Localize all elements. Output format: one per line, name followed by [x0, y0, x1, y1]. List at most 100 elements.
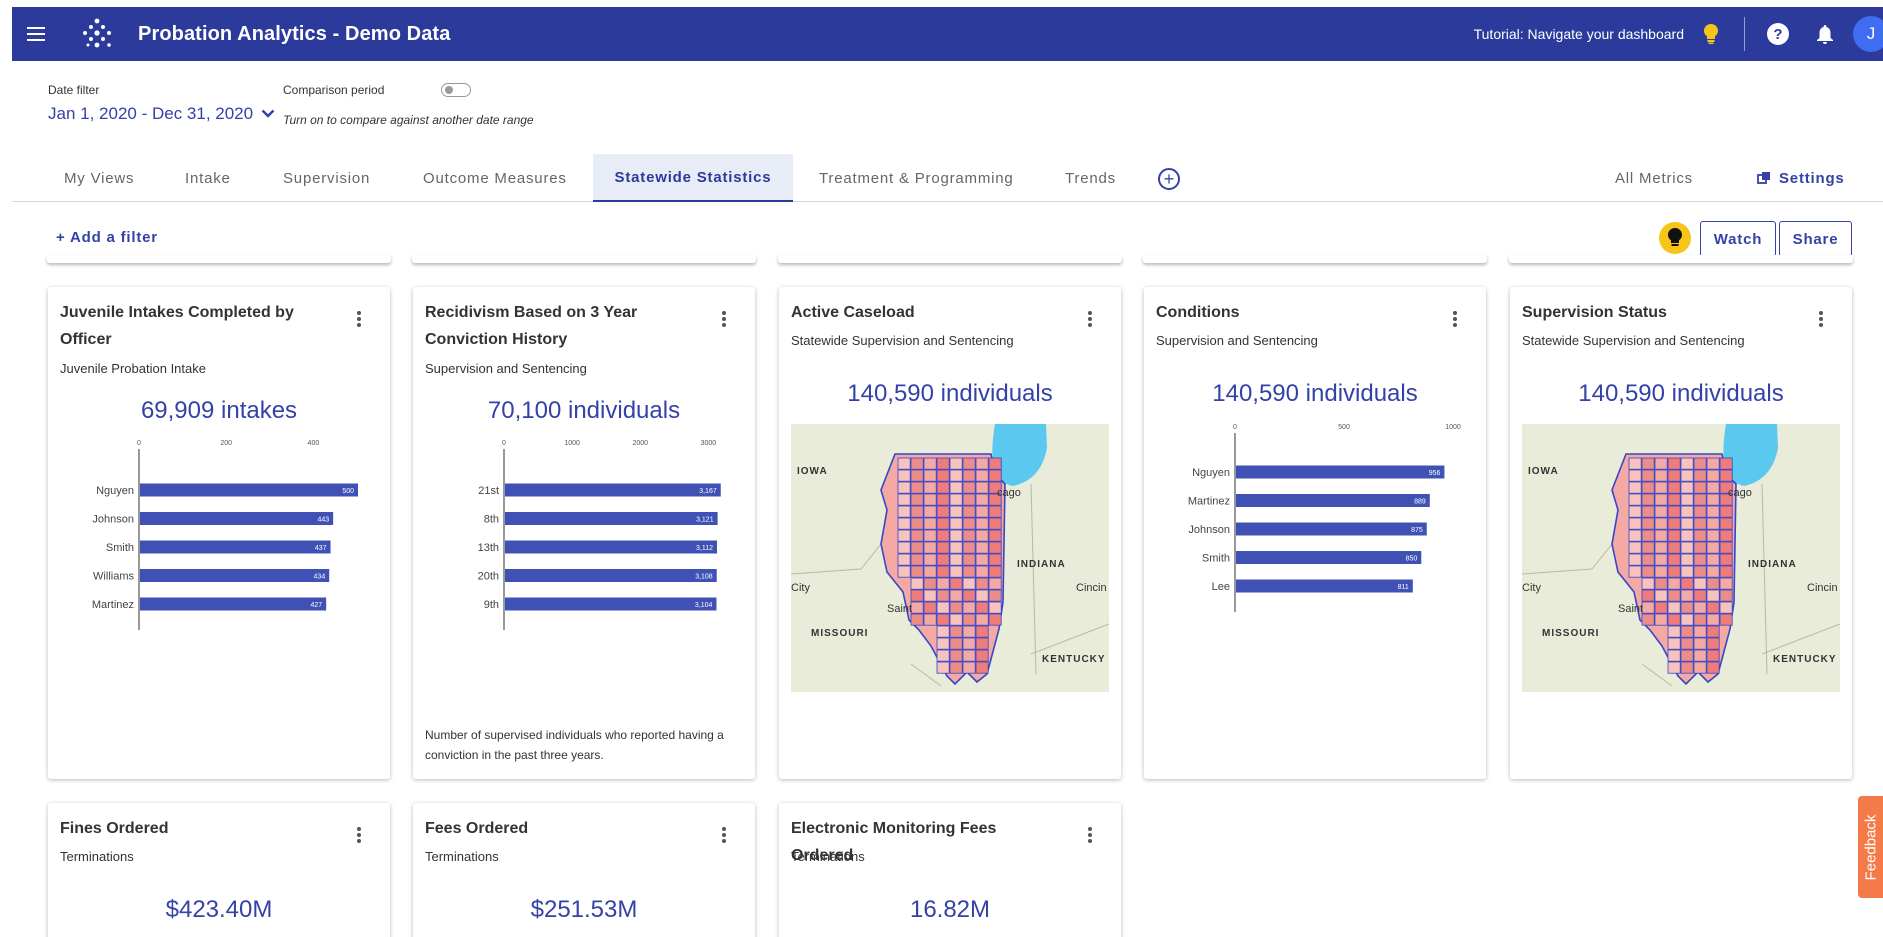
menu-icon[interactable] [16, 7, 56, 61]
county[interactable] [1654, 541, 1668, 554]
county[interactable] [936, 505, 950, 518]
county[interactable] [1706, 529, 1720, 542]
county[interactable] [962, 457, 976, 470]
county[interactable] [1693, 529, 1707, 542]
county[interactable] [949, 493, 963, 506]
county[interactable] [1719, 517, 1733, 530]
bar[interactable] [1236, 465, 1445, 479]
county[interactable] [988, 613, 1002, 626]
bar[interactable] [505, 483, 721, 497]
county[interactable] [949, 625, 963, 638]
county[interactable] [1654, 613, 1668, 626]
county[interactable] [936, 589, 950, 602]
tab-trends[interactable]: Trends [1065, 154, 1116, 202]
date-range-select[interactable]: Jan 1, 2020 - Dec 31, 2020 [48, 104, 275, 124]
county[interactable] [1667, 565, 1681, 578]
county[interactable] [1680, 637, 1694, 650]
county[interactable] [988, 517, 1002, 530]
lightbulb-icon[interactable] [1659, 222, 1691, 254]
tab-my-views[interactable]: My Views [24, 154, 162, 202]
county[interactable] [1667, 457, 1681, 470]
county[interactable] [975, 613, 989, 626]
county[interactable] [1680, 613, 1694, 626]
county[interactable] [1706, 649, 1720, 662]
lightbulb-icon[interactable] [1700, 22, 1722, 46]
county[interactable] [936, 625, 950, 638]
county[interactable] [923, 457, 937, 470]
county[interactable] [949, 589, 963, 602]
county[interactable] [910, 613, 924, 626]
county[interactable] [1667, 613, 1681, 626]
more-options-icon[interactable] [356, 311, 362, 327]
county[interactable] [1706, 637, 1720, 650]
more-options-icon[interactable] [1087, 827, 1093, 843]
county[interactable] [1667, 529, 1681, 542]
county[interactable] [1667, 517, 1681, 530]
county[interactable] [910, 541, 924, 554]
county[interactable] [1641, 481, 1655, 494]
county[interactable] [910, 553, 924, 566]
county[interactable] [1628, 481, 1642, 494]
metric-card[interactable]: Supervision Status Statewide Supervision… [1510, 287, 1852, 779]
county[interactable] [1719, 553, 1733, 566]
county[interactable] [949, 577, 963, 590]
county[interactable] [1667, 481, 1681, 494]
county[interactable] [1693, 541, 1707, 554]
more-options-icon[interactable] [1087, 311, 1093, 327]
county[interactable] [936, 613, 950, 626]
more-options-icon[interactable] [1818, 311, 1824, 327]
county[interactable] [1667, 493, 1681, 506]
county[interactable] [962, 541, 976, 554]
metric-card[interactable]: Active Caseload Statewide Supervision an… [779, 287, 1121, 779]
county[interactable] [1641, 505, 1655, 518]
county[interactable] [936, 661, 950, 674]
watch-button[interactable]: Watch [1700, 221, 1776, 257]
county[interactable] [1719, 469, 1733, 482]
county[interactable] [1628, 457, 1642, 470]
county[interactable] [923, 541, 937, 554]
bar[interactable] [505, 597, 717, 611]
county[interactable] [949, 649, 963, 662]
county[interactable] [962, 649, 976, 662]
county[interactable] [1693, 577, 1707, 590]
county[interactable] [1628, 517, 1642, 530]
county[interactable] [975, 625, 989, 638]
county[interactable] [923, 589, 937, 602]
county[interactable] [988, 505, 1002, 518]
county[interactable] [1641, 469, 1655, 482]
county[interactable] [936, 457, 950, 470]
county[interactable] [949, 517, 963, 530]
county[interactable] [988, 469, 1002, 482]
county[interactable] [988, 553, 1002, 566]
add-tab-icon[interactable]: + [1158, 168, 1180, 190]
county[interactable] [1706, 613, 1720, 626]
county[interactable] [897, 553, 911, 566]
bar[interactable] [1236, 494, 1430, 507]
county[interactable] [897, 541, 911, 554]
county[interactable] [910, 505, 924, 518]
county[interactable] [1654, 589, 1668, 602]
county[interactable] [1680, 661, 1694, 674]
county[interactable] [962, 565, 976, 578]
county[interactable] [1693, 553, 1707, 566]
county[interactable] [975, 661, 989, 674]
county[interactable] [1680, 505, 1694, 518]
county[interactable] [936, 517, 950, 530]
county[interactable] [962, 589, 976, 602]
county[interactable] [1680, 553, 1694, 566]
county[interactable] [975, 637, 989, 650]
county[interactable] [1693, 661, 1707, 674]
county[interactable] [975, 517, 989, 530]
county[interactable] [962, 553, 976, 566]
county[interactable] [1654, 529, 1668, 542]
county[interactable] [962, 517, 976, 530]
county[interactable] [949, 601, 963, 614]
county[interactable] [1693, 625, 1707, 638]
county[interactable] [975, 541, 989, 554]
county[interactable] [962, 481, 976, 494]
county[interactable] [975, 649, 989, 662]
more-options-icon[interactable] [721, 311, 727, 327]
county[interactable] [1667, 625, 1681, 638]
county[interactable] [936, 493, 950, 506]
county[interactable] [897, 505, 911, 518]
